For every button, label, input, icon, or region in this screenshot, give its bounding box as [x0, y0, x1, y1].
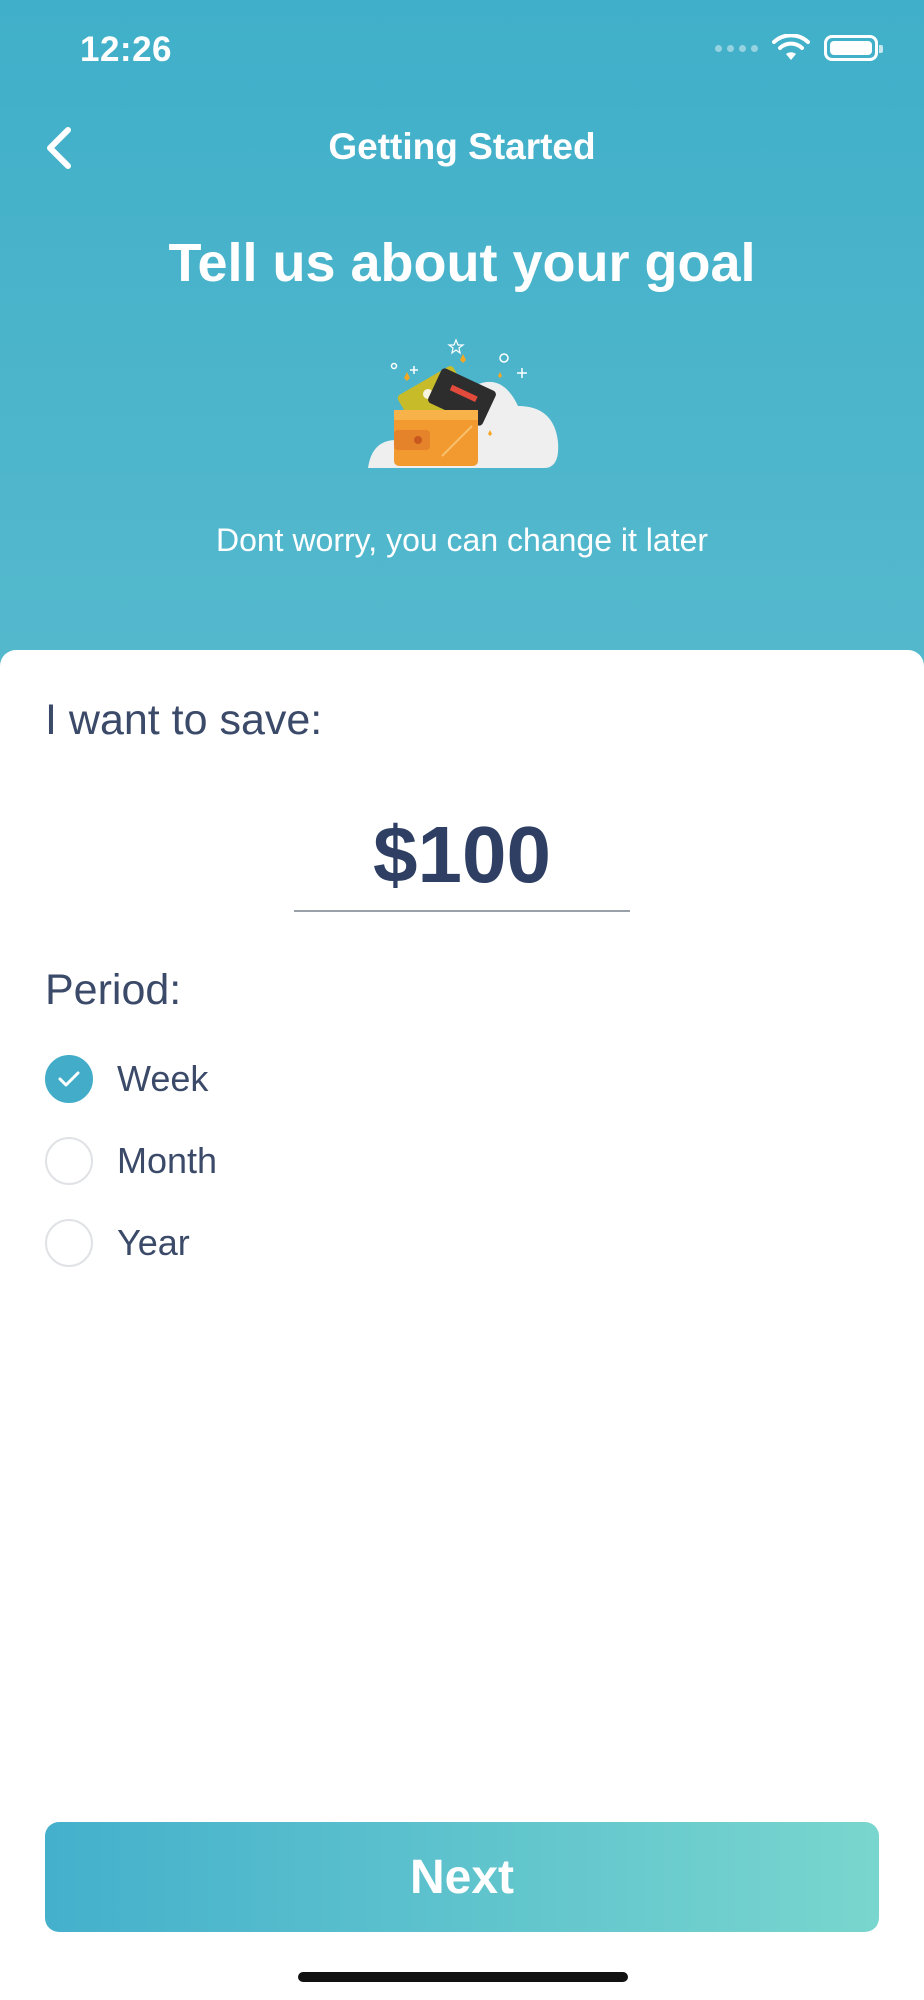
nav-title: Getting Started	[328, 126, 596, 167]
cellular-signal-icon	[715, 44, 758, 52]
radio-checked-icon[interactable]	[45, 1055, 93, 1103]
battery-icon	[824, 35, 883, 61]
hero-subtitle: Dont worry, you can change it later	[215, 522, 709, 558]
save-amount-label: I want to save:	[45, 696, 323, 744]
checkmark-icon	[58, 1071, 80, 1087]
period-option-year[interactable]: Year	[45, 1218, 190, 1268]
status-time: 12:26	[80, 30, 173, 69]
wifi-icon	[772, 34, 810, 60]
period-option-label: Month	[117, 1140, 218, 1181]
period-option-week[interactable]: Week	[45, 1054, 208, 1104]
radio-unchecked-icon[interactable]	[45, 1219, 93, 1267]
period-option-label: Week	[117, 1058, 209, 1099]
header: 12:26 Getting Started Tell us about your…	[0, 0, 924, 680]
home-indicator	[298, 1972, 628, 1982]
period-option-month[interactable]: Month	[45, 1136, 217, 1186]
wallet-illustration-icon	[368, 338, 559, 468]
period-option-label: Year	[117, 1222, 190, 1263]
period-label: Period:	[45, 966, 182, 1014]
hero-title: Tell us about your goal	[168, 233, 756, 293]
next-button[interactable]: Next	[45, 1822, 879, 1932]
goal-form-card: I want to save: Period: Week Month Year	[0, 650, 924, 2000]
status-indicators	[715, 34, 883, 62]
amount-input[interactable]	[294, 800, 630, 912]
radio-unchecked-icon[interactable]	[45, 1137, 93, 1185]
